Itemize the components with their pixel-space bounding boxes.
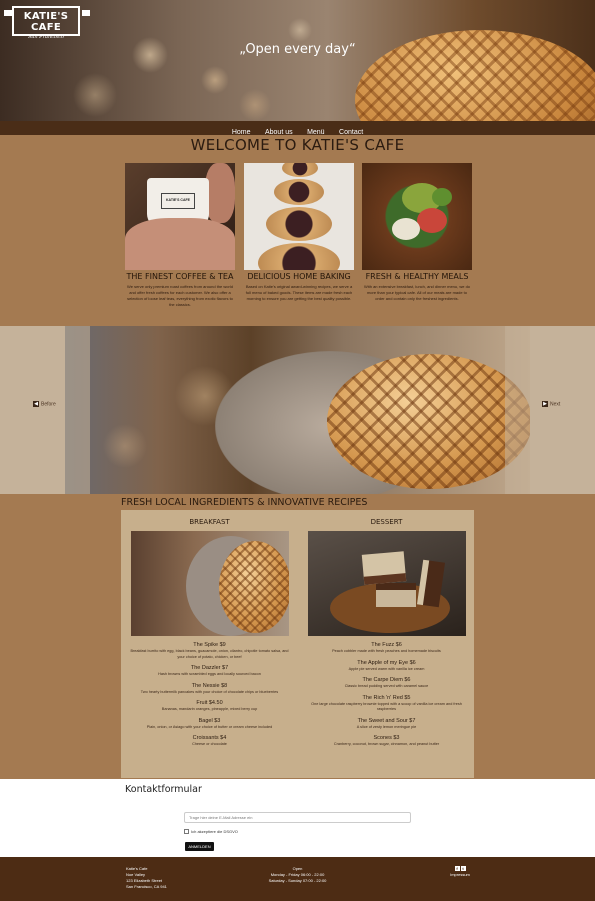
nav-item-contact[interactable]: Contact <box>339 129 363 136</box>
image-slider: ◀ Before ▶ Next <box>0 326 595 494</box>
hero-banner: KATIE'S CAFE San Francisco „Open every d… <box>0 0 595 121</box>
dish-name: The Carpe Diem $6 <box>362 677 411 683</box>
address-line: San Francisco, CA 941 <box>126 884 167 889</box>
chevron-right-icon: ▶ <box>542 401 548 407</box>
dish-desc: Classic bread pudding served with carame… <box>344 684 429 688</box>
slider-next-button[interactable]: ▶ Next <box>542 401 560 407</box>
impressum-link[interactable]: Impressum <box>430 872 490 878</box>
menu-item: Fruit $4.50 Bananas, mandarin oranges, pi… <box>127 699 292 713</box>
dish-name: The Sweet and Sour $7 <box>357 717 416 724</box>
logo-ribbon-right <box>82 10 90 16</box>
menu-box: BREAKFAST The Spike $9 Breakfast burrito … <box>121 510 474 778</box>
footer-hours: Open Monday - Friday 06:00 - 22:00 Satur… <box>240 866 355 884</box>
footer-right: ft Impressum <box>430 866 490 878</box>
slider-next-label: Next <box>550 401 561 408</box>
menu-item: Bagel $3 Plain, onion, or Asiago with you… <box>127 717 292 731</box>
menu-item: The Spike $9 Breakfast burrito with egg, … <box>127 641 292 660</box>
contact-form-section: Kontaktformular Ich akzeptiere die DSGVO… <box>0 779 595 857</box>
nav-item-menu[interactable]: Menü <box>307 129 325 136</box>
nav-item-home[interactable]: Home <box>232 129 251 136</box>
dish-desc: A slice of zesty lemon meringue pie <box>356 724 417 729</box>
slider-prev-button[interactable]: ◀ Before <box>33 401 56 407</box>
dish-desc: Bananas, mandarin oranges, pineapple, mi… <box>161 707 258 711</box>
dish-name: Fruit $4.50 <box>196 700 223 706</box>
feature-text: With an extensive breakfast, lunch, and … <box>363 284 471 301</box>
baking-image <box>244 163 354 270</box>
dish-desc: Cranberry, coconut, brown sugar, cinnamo… <box>333 742 440 746</box>
dish-name: The Rich 'n' Red $5 <box>362 694 411 701</box>
menu-item: The Apple of my Eye $6 Apple pie served w… <box>304 659 469 673</box>
dish-desc: Breakfast burrito with egg, black beans,… <box>130 649 289 659</box>
dish-desc: One large chocolate raspberry brownie to… <box>311 701 462 712</box>
logo-subtitle: San Francisco <box>27 34 65 40</box>
main-nav: Home About us Menü Contact <box>0 121 595 136</box>
welcome-title: WELCOME TO KATIE'S CAFE <box>190 136 405 154</box>
dish-name: The Dazzler $7 <box>190 665 229 671</box>
menu-item: The Rich 'n' Red $5 One large chocolate r… <box>304 694 469 713</box>
menu-item: The Fuzz $6 Peach cobbler made with fresh… <box>304 641 469 655</box>
dish-desc: Peach cobbler made with fresh peaches an… <box>332 649 441 653</box>
feature-meals: FRESH & HEALTHY MEALS With an extensive … <box>362 163 472 302</box>
facebook-icon[interactable]: f <box>454 866 460 871</box>
twitter-icon[interactable]: t <box>460 866 466 871</box>
hours-line: Saturday - Sunday 07:00 - 22:00 <box>268 878 327 883</box>
hero-tagline: „Open every day“ <box>239 42 356 57</box>
submit-button[interactable]: ANMELDEN <box>185 842 214 851</box>
dish-name: The Spike $9 <box>193 642 226 648</box>
menu-item: Croissants $4 Cheese or chocolate <box>127 734 292 748</box>
slider-prev-label: Before <box>41 401 56 408</box>
footer-address: Katie's Cafe Noe Valley 123 Elizabeth St… <box>126 866 167 890</box>
dish-desc: Plain, onion, or Asiago with your choice… <box>146 724 273 729</box>
dessert-image <box>307 531 466 636</box>
menu-item: The Dazzler $7 Hash browns with scrambled… <box>127 664 292 678</box>
dish-desc: Two hearty buttermilk pancakes with your… <box>140 689 279 694</box>
feature-title: THE FINEST COFFEE & TEA <box>126 272 234 281</box>
breakfast-image <box>130 531 289 636</box>
menu-item: The Nessie $8 Two hearty buttermilk panca… <box>127 682 292 696</box>
menu-item: The Carpe Diem $6 Classic bread pudding s… <box>304 676 469 690</box>
dish-desc: Cheese or chocolate <box>192 742 227 746</box>
nav-item-about[interactable]: About us <box>265 129 293 136</box>
dish-desc: Hash browns with scrambled eggs and loca… <box>158 672 261 676</box>
dish-desc: Apple pie served warm with vanilla ice c… <box>348 666 425 671</box>
feature-title: DELICIOUS HOME BAKING <box>247 272 351 281</box>
consent-row: Ich akzeptiere die DSGVO <box>184 829 238 835</box>
dish-name: The Apple of my Eye $6 <box>357 659 416 666</box>
footer: Katie's Cafe Noe Valley 123 Elizabeth St… <box>0 857 595 901</box>
coffee-image: KATIE'S CAFE <box>125 163 235 270</box>
feature-text: We serve only premium roast coffees from… <box>127 284 233 307</box>
dish-name: The Nessie $8 <box>191 682 228 689</box>
slide-waffle <box>327 354 530 489</box>
breakfast-list: The Spike $9 Breakfast burrito with egg, … <box>127 641 292 748</box>
feature-text: Based on Katie's original award-winning … <box>245 284 353 301</box>
dessert-column: DESSERT The Fuzz $6 Peach cobbler made wi… <box>304 518 469 752</box>
menu-item: The Sweet and Sour $7 A slice of zesty le… <box>304 717 469 731</box>
feature-baking: DELICIOUS HOME BAKING Based on Katie's o… <box>244 163 354 302</box>
chevron-left-icon: ◀ <box>33 401 39 407</box>
contact-title: Kontaktformular <box>125 784 202 795</box>
dessert-title: DESSERT <box>370 518 403 526</box>
logo-name: KATIE'S CAFE <box>23 11 69 33</box>
breakfast-title: BREAKFAST <box>189 518 230 526</box>
menu-heading: FRESH LOCAL INGREDIENTS & INNOVATIVE REC… <box>121 497 368 508</box>
site-logo[interactable]: KATIE'S CAFE San Francisco <box>12 6 80 40</box>
salad-image <box>362 163 472 270</box>
feature-coffee: KATIE'S CAFE THE FINEST COFFEE & TEA We … <box>125 163 235 308</box>
email-field[interactable] <box>184 812 411 823</box>
menu-item: Scones $3 Cranberry, coconut, brown sugar… <box>304 734 469 748</box>
breakfast-column: BREAKFAST The Spike $9 Breakfast burrito … <box>127 518 292 752</box>
dish-name: Bagel $3 <box>198 717 221 724</box>
feature-title: FRESH & HEALTHY MEALS <box>365 272 469 281</box>
logo-ribbon-left <box>4 10 12 16</box>
dish-name: Scones $3 <box>373 735 400 741</box>
cup-logo: KATIE'S CAFE <box>161 193 195 209</box>
dish-name: Croissants $4 <box>192 735 227 741</box>
dish-name: The Fuzz $6 <box>371 642 402 648</box>
consent-checkbox[interactable] <box>184 829 189 835</box>
consent-label: Ich akzeptiere die DSGVO <box>191 829 238 834</box>
slide-image <box>65 326 530 494</box>
dessert-list: The Fuzz $6 Peach cobbler made with fresh… <box>304 641 469 748</box>
